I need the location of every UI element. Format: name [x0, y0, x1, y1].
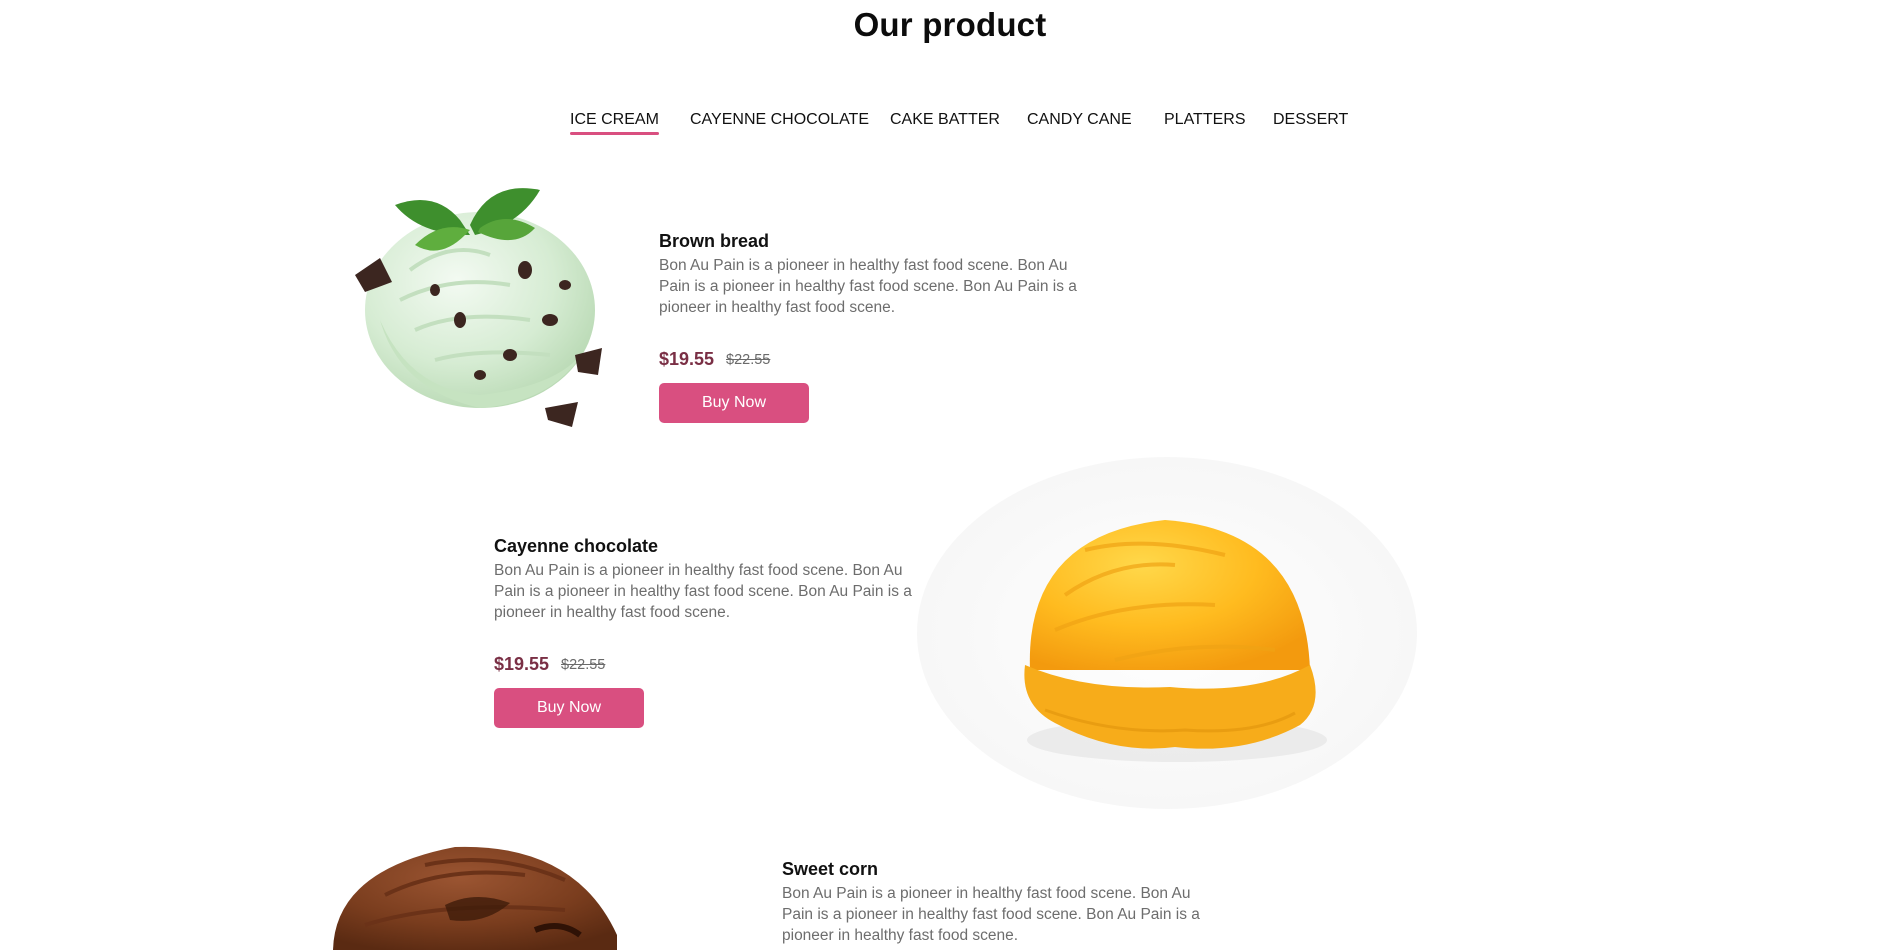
mango-ice-cream-image: [917, 457, 1417, 809]
tab-label: CAYENNE CHOCOLATE: [690, 111, 869, 128]
product-name: Cayenne chocolate: [494, 536, 659, 556]
product-description: Bon Au Pain is a pioneer in healthy fast…: [494, 562, 912, 621]
product-old-price: $22.55: [561, 657, 606, 673]
product-description: Bon Au Pain is a pioneer in healthy fast…: [659, 257, 1077, 316]
tab-cayenne-chocolate[interactable]: CAYENNE CHOCOLATE: [690, 111, 869, 129]
product-description: Bon Au Pain is a pioneer in healthy fast…: [782, 885, 1200, 944]
chocolate-ice-cream-image: [333, 846, 617, 950]
tab-cake-batter[interactable]: CAKE BATTER: [890, 111, 1000, 129]
mint-ice-cream-image: [355, 188, 602, 427]
tab-label: ICE CREAM: [570, 111, 659, 128]
tab-label: DESSERT: [1273, 111, 1349, 128]
tab-platters[interactable]: PLATTERS: [1164, 111, 1246, 129]
tab-label: PLATTERS: [1164, 111, 1246, 128]
product-section: Our product ICE CREAM CAYENNE CHOCOLATE …: [0, 0, 1900, 950]
tab-ice-cream[interactable]: ICE CREAM: [570, 111, 659, 135]
buy-now-button[interactable]: Buy Now: [494, 688, 644, 728]
product-price: $19.55: [494, 654, 550, 674]
tab-label: CAKE BATTER: [890, 111, 1000, 128]
tab-label: CANDY CANE: [1027, 111, 1132, 128]
category-tabs: ICE CREAM CAYENNE CHOCOLATE CAKE BATTER …: [0, 111, 1900, 141]
tab-dessert[interactable]: DESSERT: [1273, 111, 1348, 129]
product-name: Brown bread: [659, 231, 770, 251]
tab-candy-cane[interactable]: CANDY CANE: [1027, 111, 1132, 129]
product-name: Sweet corn: [782, 859, 879, 879]
product-price: $19.55: [659, 349, 715, 369]
product-old-price: $22.55: [726, 352, 771, 368]
section-title: Our product: [853, 6, 1047, 43]
buy-now-button[interactable]: Buy Now: [659, 383, 809, 423]
